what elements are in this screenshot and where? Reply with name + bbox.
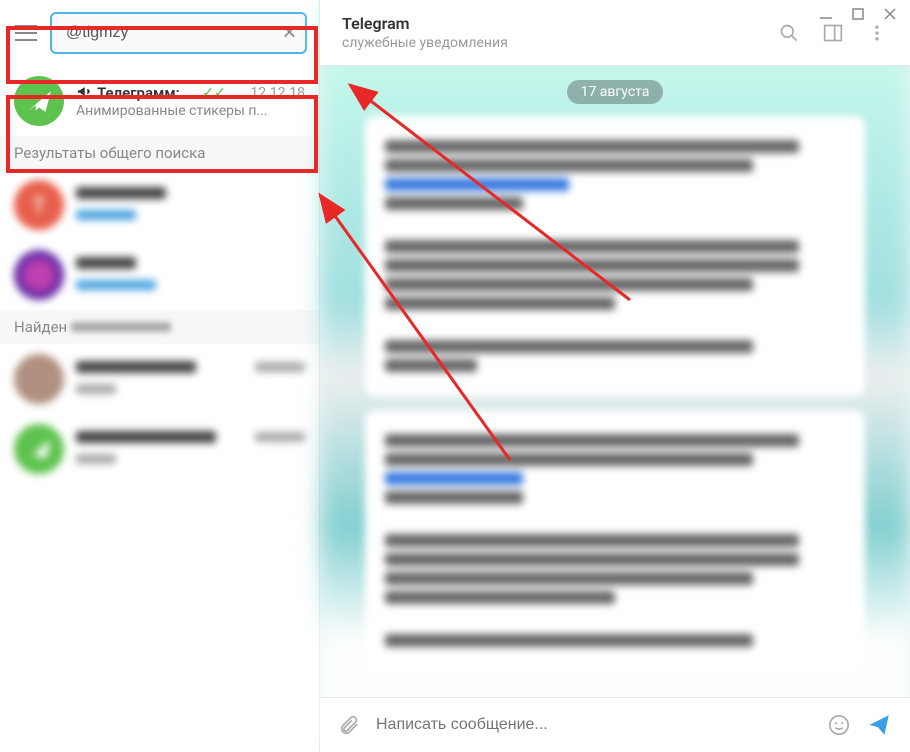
- chat-preview: Анимированные стикеры п...: [76, 103, 305, 119]
- search-icon[interactable]: [778, 22, 800, 44]
- close-button[interactable]: [880, 4, 900, 24]
- section-found: Найден: [0, 310, 319, 344]
- search-input[interactable]: [50, 12, 307, 54]
- avatar: [14, 424, 64, 474]
- emoji-icon[interactable]: [828, 714, 850, 736]
- chat-subtitle: служебные уведомления: [342, 35, 508, 51]
- messages-area[interactable]: 17 августа: [320, 66, 910, 697]
- message-bubble[interactable]: [365, 410, 865, 671]
- maximize-button[interactable]: [848, 4, 868, 24]
- sidebar: ✕ Телеграмм: ... ✓✓ 12.12.18 Анимированн…: [0, 0, 320, 752]
- search-result-item[interactable]: [0, 240, 319, 310]
- double-check-icon: ✓✓: [202, 85, 225, 101]
- search-result-item[interactable]: [0, 414, 319, 484]
- search-result-item[interactable]: T: [0, 170, 319, 240]
- minimize-button[interactable]: [816, 4, 836, 24]
- avatar: [14, 354, 64, 404]
- search-result-item[interactable]: [0, 344, 319, 414]
- avatar: [14, 76, 64, 126]
- avatar: [14, 250, 64, 300]
- search-result-chat[interactable]: Телеграмм: ... ✓✓ 12.12.18 Анимированные…: [0, 66, 319, 136]
- section-global-results: Результаты общего поиска: [0, 136, 319, 170]
- hamburger-menu[interactable]: [12, 19, 40, 47]
- megaphone-icon: [76, 84, 91, 103]
- chat-name: Телеграмм: ...: [97, 84, 196, 102]
- clear-search-icon[interactable]: ✕: [282, 23, 297, 44]
- date-separator: 17 августа: [567, 80, 664, 104]
- message-composer: [320, 697, 910, 752]
- attach-icon[interactable]: [338, 714, 360, 736]
- chat-date: 12.12.18: [250, 85, 305, 101]
- send-button[interactable]: [866, 712, 892, 738]
- message-input[interactable]: [376, 716, 812, 734]
- chat-title: Telegram: [342, 14, 508, 33]
- chat-panel: Telegram служебные уведомления 17 август…: [320, 0, 910, 752]
- message-bubble[interactable]: [365, 116, 865, 396]
- avatar: T: [14, 180, 64, 230]
